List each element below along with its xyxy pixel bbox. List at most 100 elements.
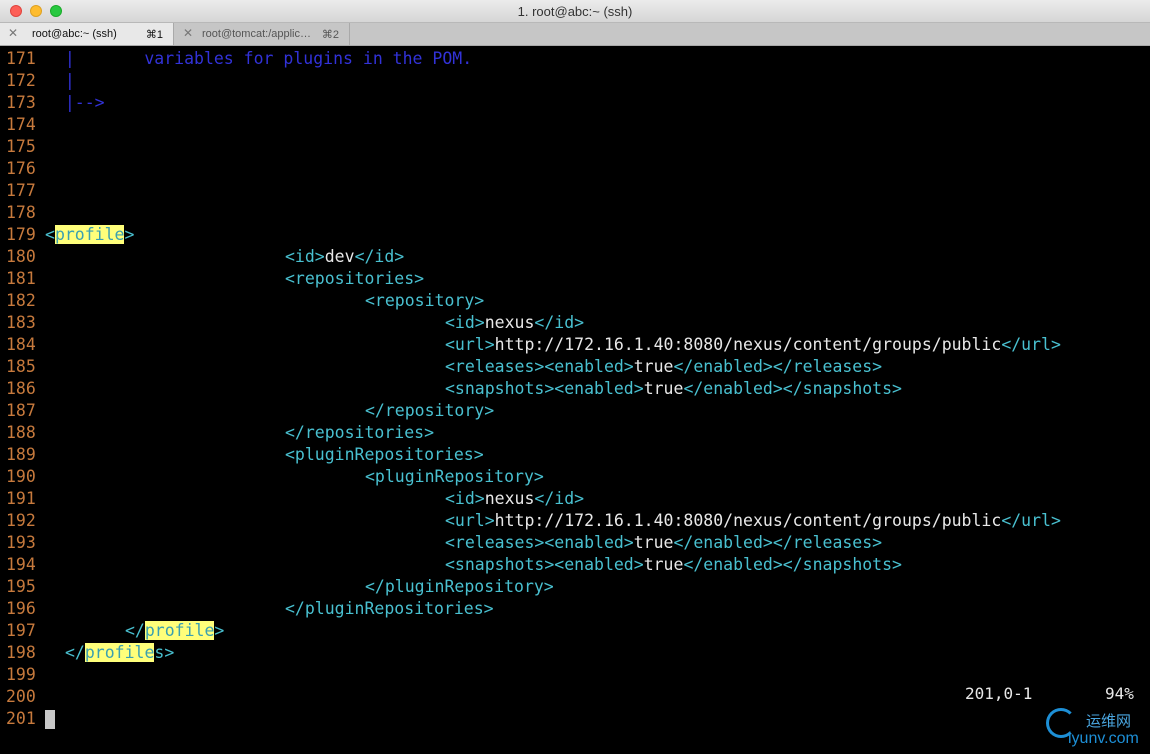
line-number: 193 [6, 533, 36, 552]
line-code: <url>http://172.16.1.40:8080/nexus/conte… [445, 334, 1061, 356]
vim-editor[interactable]: 171 | variables for plugins in the POM. 1… [0, 48, 1150, 754]
line-number: 185 [6, 357, 36, 376]
code-token: </pluginRepositories> [285, 599, 494, 618]
code-token: dev [324, 247, 355, 266]
editor-line: 180 <id>dev</id> [0, 246, 1150, 268]
search-match: profile [54, 225, 125, 244]
line-code: <releases><enabled>true</enabled></relea… [445, 532, 882, 554]
line-number: 195 [6, 577, 36, 596]
editor-line: 196 </pluginRepositories> [0, 598, 1150, 620]
line-number: 171 [6, 49, 36, 68]
code-token: </enabled></releases> [673, 357, 883, 376]
editor-line: 183 <id>nexus</id> [0, 312, 1150, 334]
tab-label: root@tomcat:/applic… [202, 28, 311, 40]
search-match: profile [144, 621, 215, 640]
line-number: 177 [6, 181, 36, 200]
code-token: </pluginRepository> [365, 577, 554, 596]
tab-ssh-abc[interactable]: ✕ root@abc:~ (ssh) ⌘1 [0, 23, 174, 45]
cursor-position: 201,0-1 [965, 684, 1033, 703]
code-token: | variables for plugins in the POM. [45, 49, 473, 68]
title-bar: 1. root@abc:~ (ssh) [0, 0, 1150, 23]
line-code: | variables for plugins in the POM. [45, 48, 472, 70]
editor-line: 173 |--> [0, 92, 1150, 114]
close-tab-icon[interactable]: ✕ [8, 26, 18, 40]
code-token: </id> [354, 247, 405, 266]
code-token: </id> [534, 313, 585, 332]
editor-line: 177 [0, 180, 1150, 202]
line-code: <repository> [365, 290, 484, 312]
tab-shortcut: ⌘2 [321, 29, 339, 41]
editor-line: 175 [0, 136, 1150, 158]
window-title: 1. root@abc:~ (ssh) [517, 4, 633, 19]
code-token: <releases><enabled> [445, 533, 634, 552]
line-number: 191 [6, 489, 36, 508]
line-number: 187 [6, 401, 36, 420]
line-number: 194 [6, 555, 36, 574]
line-number: 182 [6, 291, 36, 310]
editor-line: 195 </pluginRepository> [0, 576, 1150, 598]
watermark-top-text: 运维网 [1086, 713, 1132, 730]
editor-line: 171 | variables for plugins in the POM. [0, 48, 1150, 70]
line-code: </repository> [365, 400, 494, 422]
line-code: <id>nexus</id> [445, 312, 584, 334]
line-number: 190 [6, 467, 36, 486]
watermark-bottom-text: iyunv.com [1068, 730, 1139, 747]
code-token: </repositories> [285, 423, 435, 442]
code-token: </enabled></snapshots> [683, 555, 902, 574]
editor-line: 172 | [0, 70, 1150, 92]
line-number: 186 [6, 379, 36, 398]
editor-line: 192 <url>http://172.16.1.40:8080/nexus/co… [0, 510, 1150, 532]
editor-line: 181 <repositories> [0, 268, 1150, 290]
editor-line: 197 </profile> [0, 620, 1150, 642]
editor-line: 193 <releases><enabled>true</enabled></re… [0, 532, 1150, 554]
code-token: > [214, 621, 225, 640]
code-token: http://172.16.1.40:8080/nexus/content/gr… [494, 335, 1002, 354]
editor-line: 191 <id>nexus</id> [0, 488, 1150, 510]
code-token: <url> [445, 511, 495, 530]
code-token: <repository> [365, 291, 485, 310]
code-token: <snapshots><enabled> [445, 555, 644, 574]
line-code: </profiles> [65, 642, 174, 664]
tab-bar: ✕ root@abc:~ (ssh) ⌘1 ✕ root@tomcat:/app… [0, 23, 1150, 46]
line-number: 173 [6, 93, 36, 112]
editor-line: 176 [0, 158, 1150, 180]
line-code: |--> [45, 92, 105, 114]
line-number: 184 [6, 335, 36, 354]
editor-line: 185 <releases><enabled>true</enabled></re… [0, 356, 1150, 378]
tab-shortcut: ⌘1 [145, 29, 163, 41]
editor-line: 198 </profiles> [0, 642, 1150, 664]
code-token: nexus [484, 313, 535, 332]
line-code: </repositories> [285, 422, 434, 444]
line-code: <repositories> [285, 268, 424, 290]
editor-line: 187 </repository> [0, 400, 1150, 422]
editor-line: 194 <snapshots><enabled>true</enabled></s… [0, 554, 1150, 576]
code-token: true [643, 555, 684, 574]
code-token: | [45, 71, 75, 90]
line-number: 183 [6, 313, 36, 332]
code-token: </enabled></snapshots> [683, 379, 902, 398]
tab-ssh-tomcat[interactable]: ✕ root@tomcat:/applic… ⌘2 [175, 23, 350, 45]
line-number: 175 [6, 137, 36, 156]
line-code: </pluginRepositories> [285, 598, 494, 620]
editor-line: 182 <repository> [0, 290, 1150, 312]
watermark-logo: 运维网 iyunv.com [1046, 706, 1146, 752]
code-token: </url> [1001, 335, 1061, 354]
terminal-window: 1. root@abc:~ (ssh) ✕ root@abc:~ (ssh) ⌘… [0, 0, 1150, 754]
close-tab-icon[interactable]: ✕ [183, 26, 193, 40]
code-token: http://172.16.1.40:8080/nexus/content/gr… [494, 511, 1002, 530]
code-token: <releases><enabled> [445, 357, 634, 376]
line-code: </pluginRepository> [365, 576, 554, 598]
line-code: <profile> [45, 224, 134, 246]
line-number: 198 [6, 643, 36, 662]
line-number: 201 [6, 709, 36, 728]
editor-line: 201 [0, 708, 1150, 730]
code-token: </url> [1001, 511, 1061, 530]
code-token: <repositories> [285, 269, 425, 288]
code-token: <url> [445, 335, 495, 354]
line-number: 179 [6, 225, 36, 244]
line-number: 174 [6, 115, 36, 134]
line-number: 188 [6, 423, 36, 442]
code-token: <id> [285, 247, 325, 266]
line-number: 172 [6, 71, 36, 90]
code-token: </repository> [365, 401, 495, 420]
